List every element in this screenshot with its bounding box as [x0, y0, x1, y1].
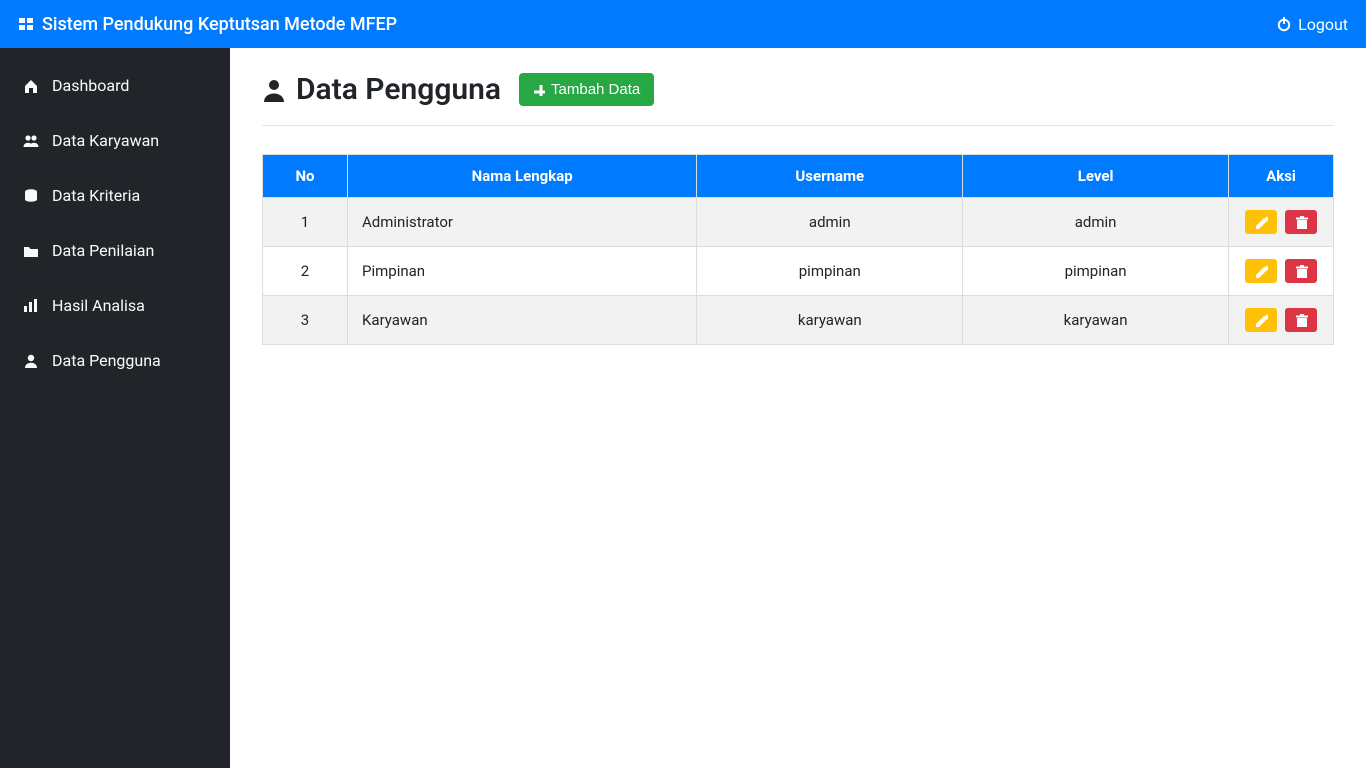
sidebar-item-data-karyawan[interactable]: Data Karyawan — [0, 113, 230, 168]
sidebar: Dashboard Data Karyawan Data Kriteria Da… — [0, 48, 230, 768]
edit-button[interactable] — [1245, 210, 1277, 234]
cell-aksi — [1229, 247, 1334, 296]
edit-icon — [1254, 215, 1268, 229]
power-icon — [1276, 16, 1292, 32]
cell-no: 3 — [263, 296, 348, 345]
add-data-button[interactable]: Tambah Data — [519, 73, 654, 106]
trash-icon — [1294, 215, 1308, 229]
cell-level: karyawan — [963, 296, 1229, 345]
trash-icon — [1294, 264, 1308, 278]
add-data-label: Tambah Data — [551, 81, 640, 98]
plus-icon — [533, 84, 545, 96]
sidebar-item-data-penilaian[interactable]: Data Penilaian — [0, 223, 230, 278]
cell-nama: Administrator — [348, 198, 697, 247]
cell-no: 2 — [263, 247, 348, 296]
users-icon — [22, 133, 40, 149]
delete-button[interactable] — [1285, 210, 1317, 234]
main-content: Data Pengguna Tambah Data No Nama Lengka… — [230, 48, 1366, 768]
cell-nama: Pimpinan — [348, 247, 697, 296]
navbar-brand[interactable]: Sistem Pendukung Keptutsan Metode MFEP — [18, 14, 397, 35]
table-row: 1 Administrator admin admin — [263, 198, 1334, 247]
logout-label: Logout — [1298, 15, 1348, 34]
sidebar-item-label: Hasil Analisa — [52, 296, 145, 315]
delete-button[interactable] — [1285, 259, 1317, 283]
page-header: Data Pengguna Tambah Data — [262, 72, 1334, 126]
cell-username: admin — [697, 198, 963, 247]
database-icon — [22, 188, 40, 204]
edit-icon — [1254, 313, 1268, 327]
th-level: Level — [963, 155, 1229, 198]
sidebar-item-label: Dashboard — [52, 76, 129, 95]
sidebar-item-hasil-analisa[interactable]: Hasil Analisa — [0, 278, 230, 333]
sidebar-item-label: Data Pengguna — [52, 351, 161, 370]
table-row: 2 Pimpinan pimpinan pimpinan — [263, 247, 1334, 296]
th-username: Username — [697, 155, 963, 198]
sidebar-item-data-pengguna[interactable]: Data Pengguna — [0, 333, 230, 388]
table-header-row: No Nama Lengkap Username Level Aksi — [263, 155, 1334, 198]
edit-button[interactable] — [1245, 259, 1277, 283]
logout-link[interactable]: Logout — [1276, 15, 1348, 34]
chart-bar-icon — [22, 298, 40, 314]
sidebar-item-data-kriteria[interactable]: Data Kriteria — [0, 168, 230, 223]
user-icon — [262, 78, 286, 102]
sidebar-item-dashboard[interactable]: Dashboard — [0, 58, 230, 113]
th-aksi: Aksi — [1229, 155, 1334, 198]
windows-icon — [18, 16, 34, 32]
brand-title: Sistem Pendukung Keptutsan Metode MFEP — [42, 14, 397, 35]
cell-aksi — [1229, 198, 1334, 247]
sidebar-item-label: Data Karyawan — [52, 131, 159, 150]
table-row: 3 Karyawan karyawan karyawan — [263, 296, 1334, 345]
edit-icon — [1254, 264, 1268, 278]
users-table: No Nama Lengkap Username Level Aksi 1 Ad… — [262, 154, 1334, 345]
cell-aksi — [1229, 296, 1334, 345]
sidebar-item-label: Data Kriteria — [52, 186, 140, 205]
cell-no: 1 — [263, 198, 348, 247]
folder-icon — [22, 243, 40, 259]
cell-username: pimpinan — [697, 247, 963, 296]
home-icon — [22, 78, 40, 94]
navbar: Sistem Pendukung Keptutsan Metode MFEP L… — [0, 0, 1366, 48]
cell-username: karyawan — [697, 296, 963, 345]
sidebar-item-label: Data Penilaian — [52, 241, 154, 260]
th-no: No — [263, 155, 348, 198]
trash-icon — [1294, 313, 1308, 327]
th-nama: Nama Lengkap — [348, 155, 697, 198]
cell-nama: Karyawan — [348, 296, 697, 345]
cell-level: admin — [963, 198, 1229, 247]
user-icon — [22, 353, 40, 369]
delete-button[interactable] — [1285, 308, 1317, 332]
cell-level: pimpinan — [963, 247, 1229, 296]
page-title-text: Data Pengguna — [296, 72, 501, 107]
page-title: Data Pengguna — [262, 72, 501, 107]
edit-button[interactable] — [1245, 308, 1277, 332]
